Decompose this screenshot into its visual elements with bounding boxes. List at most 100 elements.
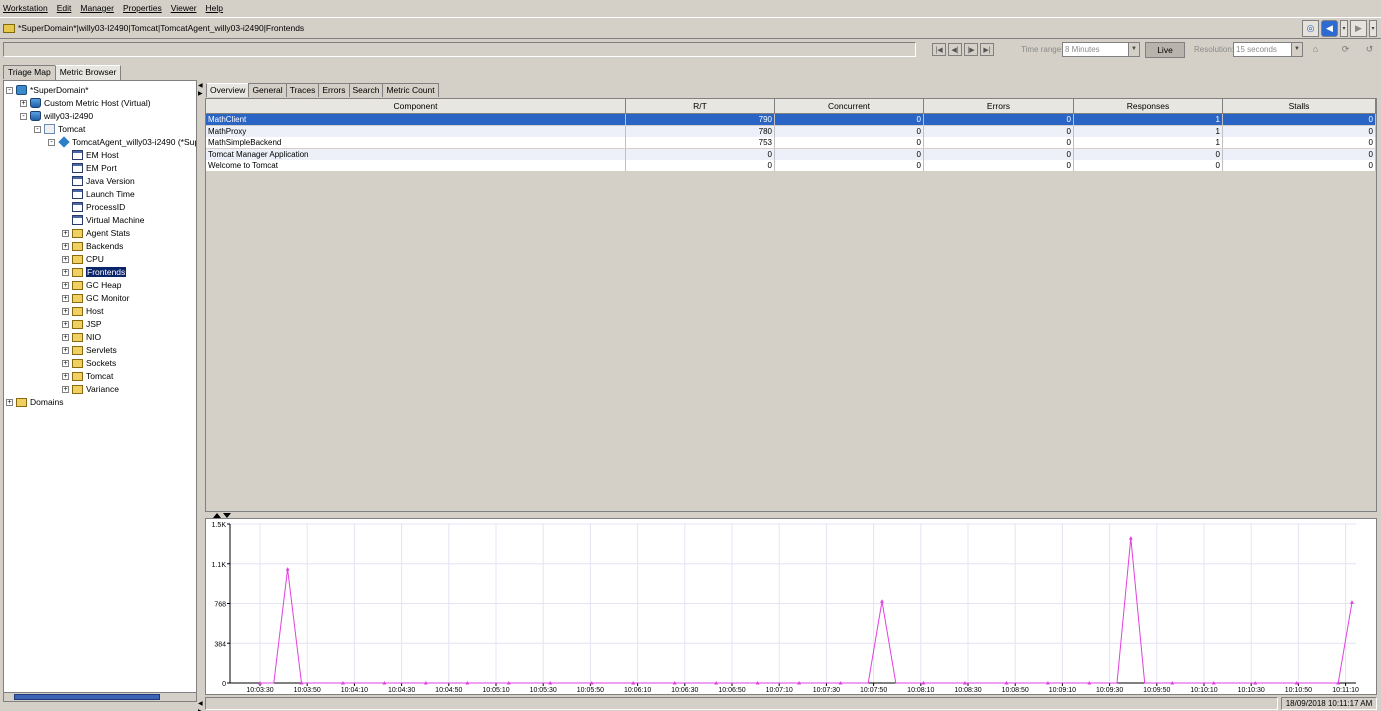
tree-item-label: NIO xyxy=(86,332,102,342)
column-header-responses[interactable]: Responses xyxy=(1074,99,1223,114)
column-header-component[interactable]: Component xyxy=(206,99,626,114)
back-dropdown-icon[interactable]: ▾ xyxy=(1340,20,1348,37)
horizontal-scrollbar[interactable] xyxy=(4,692,196,701)
expand-icon[interactable]: + xyxy=(62,385,69,393)
table-row[interactable]: MathSimpleBackend 753 0 0 1 0 xyxy=(206,137,1376,149)
expand-icon[interactable]: + xyxy=(62,346,69,354)
expand-icon[interactable]: + xyxy=(62,359,69,367)
collapse-icon[interactable]: - xyxy=(6,86,13,94)
tree-item-label: Frontends xyxy=(86,267,127,277)
x-tick-label: 10:08:10 xyxy=(907,687,934,694)
table-cell: 0 xyxy=(1074,148,1223,160)
tree-item[interactable]: + Servlets xyxy=(62,344,117,356)
collapse-icon[interactable]: - xyxy=(48,138,55,146)
tab-search[interactable]: Search xyxy=(348,83,384,97)
menu-viewer[interactable]: Viewer xyxy=(171,3,197,13)
tree-item[interactable]: + GC Monitor xyxy=(62,292,129,304)
last-icon[interactable]: ▶| xyxy=(980,43,994,56)
resolution-select[interactable]: 15 seconds ▼ xyxy=(1233,42,1303,57)
tree-item-label: Agent Stats xyxy=(86,228,130,238)
expand-icon[interactable]: + xyxy=(62,255,69,263)
live-button[interactable]: Live xyxy=(1145,42,1185,58)
expand-icon[interactable]: + xyxy=(62,229,69,237)
chevron-down-icon: ▼ xyxy=(1291,43,1302,56)
folder-icon xyxy=(3,23,15,33)
tree-item[interactable]: + CPU xyxy=(62,253,104,265)
tree-item[interactable]: EM Host xyxy=(62,149,119,161)
expand-icon[interactable]: + xyxy=(62,333,69,341)
tab-metric-count[interactable]: Metric Count xyxy=(382,83,439,97)
forward-dropdown-icon[interactable]: ▾ xyxy=(1369,20,1377,37)
tree-item[interactable]: - *SuperDomain* xyxy=(6,84,89,96)
back-button[interactable]: ◀ xyxy=(1321,20,1338,37)
column-header-rt[interactable]: R/T xyxy=(626,99,775,114)
expand-icon[interactable]: + xyxy=(62,268,69,276)
expand-icon[interactable]: + xyxy=(62,242,69,250)
status-bar: 18/09/2018 10:11:17 AM xyxy=(205,697,1377,710)
tree-item[interactable]: + Variance xyxy=(62,383,119,395)
tree-item[interactable]: - willy03-i2490 xyxy=(20,110,93,122)
menu-edit[interactable]: Edit xyxy=(57,3,72,13)
menu-workstation[interactable]: Workstation xyxy=(3,3,48,13)
menu-help[interactable]: Help xyxy=(206,3,223,13)
tree-item[interactable]: + Tomcat xyxy=(62,370,113,382)
table-row[interactable]: MathProxy 780 0 0 1 0 xyxy=(206,125,1376,137)
column-header-errors[interactable]: Errors xyxy=(924,99,1074,114)
collapse-icon[interactable]: - xyxy=(20,112,27,120)
table-row[interactable]: Welcome to Tomcat 0 0 0 0 0 xyxy=(206,160,1376,172)
tree-item[interactable]: ProcessID xyxy=(62,201,125,213)
tab-errors[interactable]: Errors xyxy=(318,83,350,97)
tree-item[interactable]: Virtual Machine xyxy=(62,214,144,226)
previous-icon[interactable]: ◀| xyxy=(948,43,962,56)
tree-item[interactable]: + NIO xyxy=(62,331,101,343)
tree-item[interactable]: Launch Time xyxy=(62,188,135,200)
tab-traces[interactable]: Traces xyxy=(285,83,320,97)
expand-icon[interactable]: + xyxy=(62,294,69,302)
tree-item[interactable]: + Sockets xyxy=(62,357,116,369)
x-tick-label: 10:09:50 xyxy=(1143,687,1170,694)
tree-item[interactable]: + Frontends xyxy=(62,266,127,278)
tree-item[interactable]: + Host xyxy=(62,305,103,317)
folder-icon xyxy=(72,306,83,316)
tree-item-label: EM Port xyxy=(86,163,117,173)
menu-manager[interactable]: Manager xyxy=(80,3,114,13)
tab-overview[interactable]: Overview xyxy=(206,83,250,97)
column-header-stalls[interactable]: Stalls xyxy=(1223,99,1376,114)
tree-item[interactable]: + Domains xyxy=(6,396,64,408)
collapse-icon[interactable]: - xyxy=(34,125,41,133)
tree-item[interactable]: Java Version xyxy=(62,175,135,187)
tree-item[interactable]: + JSP xyxy=(62,318,102,330)
lock-icon[interactable]: ⌂ xyxy=(1310,44,1321,55)
table-row[interactable]: Tomcat Manager Application 0 0 0 0 0 xyxy=(206,148,1376,160)
table-header: Component R/T Concurrent Errors Responses Sta… xyxy=(206,99,1376,114)
expand-icon[interactable]: + xyxy=(6,398,13,406)
first-icon[interactable]: |◀ xyxy=(932,43,946,56)
tab-general[interactable]: General xyxy=(248,83,287,97)
column-header-concurrent[interactable]: Concurrent xyxy=(775,99,924,114)
expand-icon[interactable]: + xyxy=(62,281,69,289)
menu-properties[interactable]: Properties xyxy=(123,3,162,13)
tree-item[interactable]: - Tomcat xyxy=(34,123,85,135)
tab-triage-map[interactable]: Triage Map xyxy=(3,65,56,79)
tree-item[interactable]: - TomcatAgent_willy03-i2490 (*Supe xyxy=(48,136,196,148)
tab-metric-browser[interactable]: Metric Browser xyxy=(54,65,122,80)
next-icon[interactable]: |▶ xyxy=(964,43,978,56)
tree-item[interactable]: + Backends xyxy=(62,240,123,252)
expand-icon[interactable]: + xyxy=(20,99,27,107)
left-tabs: Triage Map Metric Browser xyxy=(3,65,122,80)
time-range-select[interactable]: 8 Minutes ▼ xyxy=(1062,42,1140,57)
expand-icon[interactable]: + xyxy=(62,372,69,380)
tree-item[interactable]: + Custom Metric Host (Virtual) xyxy=(20,97,151,109)
expand-icon[interactable]: + xyxy=(62,307,69,315)
tree-item[interactable]: + GC Heap xyxy=(62,279,121,291)
vertical-splitter[interactable]: ◀ ▶ ◀ ▶ xyxy=(198,80,203,711)
expand-icon[interactable]: + xyxy=(62,320,69,328)
table-row[interactable]: MathClient 790 0 0 1 0 xyxy=(206,114,1376,125)
reset-icon[interactable]: ↺ xyxy=(1364,44,1375,55)
scrollbar-thumb[interactable] xyxy=(14,694,160,700)
globe-icon[interactable]: ◎ xyxy=(1302,20,1319,37)
forward-button[interactable]: ▶ xyxy=(1350,20,1367,37)
tree-item[interactable]: EM Port xyxy=(62,162,117,174)
refresh-icon[interactable]: ⟳ xyxy=(1340,44,1351,55)
tree-item[interactable]: + Agent Stats xyxy=(62,227,130,239)
